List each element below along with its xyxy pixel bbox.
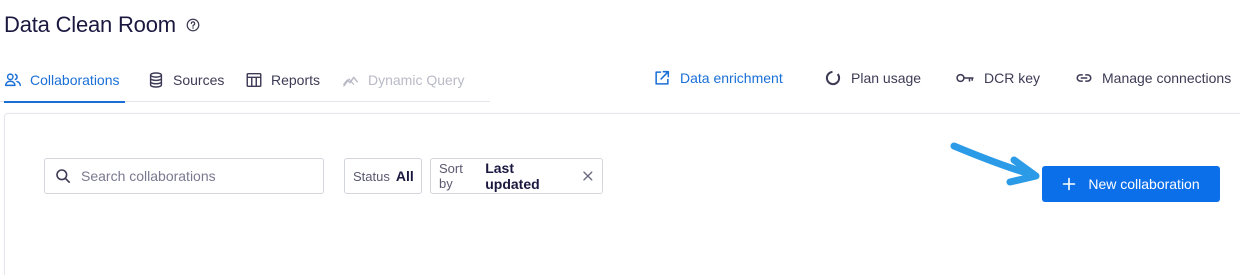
callout-arrow-icon [950,142,1040,186]
search-box[interactable] [44,158,324,194]
action-label: DCR key [984,70,1041,86]
page-header: Data Clean Room [4,12,200,38]
tab-dynamic-query: Dynamic Query [342,58,464,102]
plus-icon [1063,177,1076,191]
key-icon [956,73,974,83]
search-icon [56,169,70,183]
page-title: Data Clean Room [4,12,176,37]
help-circle-icon[interactable] [186,18,200,32]
plan-usage-link[interactable]: Plan usage [824,58,921,98]
users-icon [4,73,22,87]
close-icon[interactable] [582,170,594,182]
tab-reports[interactable]: Reports [245,58,320,102]
link-icon [1076,74,1092,82]
chart-line-icon [343,76,359,87]
action-label: Manage connections [1102,70,1232,86]
data-enrichment-link[interactable]: Data enrichment [653,58,783,98]
tab-label: Sources [173,72,225,88]
tab-label: Collaborations [30,72,120,88]
manage-connections-link[interactable]: Manage connections [1075,58,1231,98]
tab-label: Reports [271,72,321,88]
status-filter[interactable]: Status All [344,158,422,194]
external-link-icon [655,70,670,85]
sort-filter[interactable]: Sort by Last updated [430,158,603,194]
sort-filter-value: Last updated [485,160,540,192]
table-icon [246,72,262,88]
tab-sources[interactable]: Sources [147,58,224,102]
sort-filter-label: Sort by [439,161,463,191]
new-collaboration-label: New collaboration [1088,176,1200,192]
new-collaboration-button[interactable]: New collaboration [1042,166,1220,202]
status-filter-label: Status [353,168,390,184]
action-label: Data enrichment [680,70,783,86]
progress-ring-icon [825,70,841,86]
database-icon [149,72,163,88]
search-input[interactable] [81,168,301,184]
dcr-key-link[interactable]: DCR key [955,58,1040,98]
status-filter-value: All [395,168,414,184]
action-label: Plan usage [851,70,922,86]
tab-label: Dynamic Query [368,72,465,88]
main-tabs: Collaborations Sources Reports Dynamic Q… [0,58,490,103]
tab-collaborations[interactable]: Collaborations [4,58,125,103]
